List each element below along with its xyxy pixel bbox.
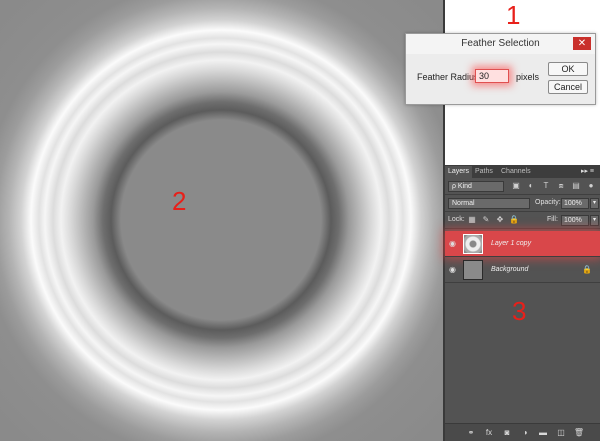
eye-icon[interactable]: ◉ xyxy=(449,239,459,248)
feather-radius-input[interactable]: 30 xyxy=(475,69,509,83)
opacity-label: Opacity: xyxy=(535,199,561,206)
adjustment-layer-icon[interactable]: ◑ xyxy=(519,428,531,438)
ok-button[interactable]: OK xyxy=(548,62,588,76)
blend-row: Normal Opacity: 100% ▾ xyxy=(445,195,600,212)
annotation-marker-3: 3 xyxy=(512,296,527,326)
annotation-marker-1: 1 xyxy=(506,0,521,30)
image-filter-icon[interactable]: ▣ xyxy=(511,181,521,191)
blend-mode-select[interactable]: Normal xyxy=(448,198,530,209)
dialog-title: Feather Selection xyxy=(406,34,595,54)
filter-row: ρ Kind ▣ ◐ T ⧈ ▤ ● xyxy=(445,178,600,195)
shape-filter-icon[interactable]: ⧈ xyxy=(556,181,566,191)
layer-row[interactable]: ◉ Layer 1 copy xyxy=(445,231,600,257)
layer-style-icon[interactable]: fx xyxy=(483,428,495,438)
opacity-dropdown-icon[interactable]: ▾ xyxy=(590,198,599,209)
new-layer-icon[interactable]: ◫ xyxy=(555,428,567,438)
lock-pixels-icon[interactable]: ✎ xyxy=(481,215,491,225)
units-label: pixels xyxy=(516,72,540,82)
annotation-marker-2: 2 xyxy=(172,186,187,216)
kind-filter-select[interactable]: ρ Kind xyxy=(448,181,504,192)
opacity-input[interactable]: 100% xyxy=(561,198,589,209)
close-icon[interactable]: ✕ xyxy=(573,37,591,50)
feather-selection-dialog: Feather Selection ✕ Feather Radius: 30 p… xyxy=(405,33,596,105)
image-canvas[interactable] xyxy=(0,0,443,441)
add-mask-icon[interactable]: ◙ xyxy=(501,428,513,438)
tab-channels[interactable]: Channels xyxy=(501,166,531,178)
fill-label: Fill: xyxy=(547,216,558,223)
fill-dropdown-icon[interactable]: ▾ xyxy=(590,215,599,226)
lock-position-icon[interactable]: ✥ xyxy=(495,215,505,225)
lock-icon: 🔒 xyxy=(582,265,592,274)
layers-toolbar: ⚭ fx ◙ ◑ ▬ ◫ 🗑 xyxy=(445,423,600,441)
panel-tabs: Layers Paths Channels ▸▸ ≡ xyxy=(445,165,600,178)
layer-name: Layer 1 copy xyxy=(491,240,532,247)
feather-radius-label: Feather Radius: xyxy=(417,72,482,82)
layer-thumbnail xyxy=(463,260,483,280)
layer-row[interactable]: ◉ Background 🔒 xyxy=(445,257,600,283)
layer-thumbnail xyxy=(463,234,483,254)
eye-icon[interactable]: ◉ xyxy=(449,265,459,274)
panel-menu-icon[interactable]: ▸▸ ≡ xyxy=(581,167,594,175)
lock-label: Lock: xyxy=(448,216,465,223)
tab-paths[interactable]: Paths xyxy=(475,166,493,178)
link-layers-icon[interactable]: ⚭ xyxy=(465,428,477,438)
fill-input[interactable]: 100% xyxy=(561,215,589,226)
adjustment-filter-icon[interactable]: ◐ xyxy=(526,181,536,191)
smart-object-filter-icon[interactable]: ▤ xyxy=(571,181,581,191)
type-filter-icon[interactable]: T xyxy=(541,181,551,191)
tab-layers[interactable]: Layers xyxy=(445,166,473,178)
filter-toggle-icon[interactable]: ● xyxy=(586,181,596,191)
new-group-icon[interactable]: ▬ xyxy=(537,428,549,438)
lock-all-icon[interactable]: 🔒 xyxy=(509,215,519,225)
cancel-button[interactable]: Cancel xyxy=(548,80,588,94)
lock-row: Lock: ▦ ✎ ✥ 🔒 Fill: 100% ▾ xyxy=(445,212,600,229)
lock-transparent-icon[interactable]: ▦ xyxy=(467,215,477,225)
layer-name: Background xyxy=(491,266,529,273)
trash-icon[interactable]: 🗑 xyxy=(573,428,585,438)
